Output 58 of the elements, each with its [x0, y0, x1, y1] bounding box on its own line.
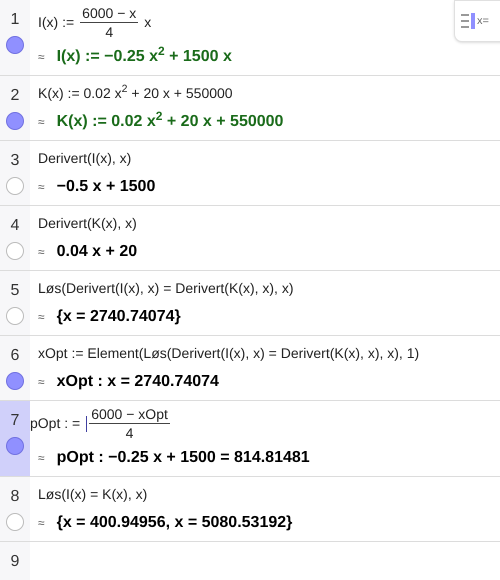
visibility-toggle[interactable] — [6, 307, 24, 325]
row-gutter[interactable]: 8 — [0, 477, 30, 541]
approx-icon: ≈ — [38, 449, 45, 467]
visibility-toggle[interactable] — [6, 177, 24, 195]
input-text: pOpt : = — [30, 414, 80, 433]
input-text: x — [144, 13, 152, 32]
row-number: 8 — [10, 487, 20, 507]
approx-icon: ≈ — [38, 48, 45, 66]
approx-icon: ≈ — [38, 243, 45, 261]
output-text: −0.5 x + 1500 — [56, 177, 156, 197]
fraction-denominator: 4 — [126, 424, 134, 442]
row-gutter[interactable]: 3 — [0, 141, 30, 205]
approx-icon: ≈ — [38, 178, 45, 196]
fraction-numerator: 6000 − xOpt — [89, 405, 170, 424]
approx-icon: ≈ — [38, 113, 45, 131]
approx-icon: ≈ — [38, 308, 45, 326]
visibility-toggle[interactable] — [6, 112, 24, 130]
input-text: K(x) := 0.02 x$^{2}$ + 20 x + 550000 — [38, 82, 233, 103]
row-number: 7 — [10, 411, 20, 431]
visibility-toggle[interactable] — [6, 36, 24, 54]
row-number: 4 — [10, 216, 20, 236]
output-text: K(x) := 0.02 x$^{2}$ + 20 x + 550000 — [56, 110, 284, 132]
row-gutter[interactable]: 1 — [0, 0, 30, 75]
row-number: 9 — [10, 552, 20, 572]
cas-toggle-button[interactable]: x= — [454, 0, 500, 42]
row-number: 2 — [10, 86, 20, 106]
input-text: Løs(I(x) = K(x), x) — [38, 484, 148, 504]
output-text: 0.04 x + 20 — [56, 242, 138, 262]
approx-icon: ≈ — [38, 373, 45, 391]
row-gutter[interactable]: 9 — [0, 542, 30, 580]
output-text: I(x) := −0.25 x$^{2}$ + 1500 x — [56, 45, 232, 67]
input-text: xOpt := Element(Løs(Derivert(I(x), x) = Derivert(K(x), x), x), 1) — [38, 344, 420, 363]
visibility-toggle[interactable] — [6, 372, 24, 390]
output-text: {x = 400.94956, x = 5080.53192} — [56, 513, 292, 533]
row-gutter[interactable]: 2 — [0, 76, 30, 140]
text-cursor — [86, 416, 88, 432]
input-text: Derivert(K(x), x) — [38, 214, 137, 233]
visibility-toggle[interactable] — [6, 242, 24, 260]
visibility-toggle[interactable] — [6, 437, 24, 455]
row-number: 1 — [10, 10, 20, 30]
row-gutter[interactable]: 4 — [0, 206, 30, 270]
visibility-toggle[interactable] — [6, 513, 24, 531]
row-gutter[interactable]: 5 — [0, 271, 30, 335]
input-text: I(x) := — [38, 13, 74, 32]
row-gutter[interactable]: 6 — [0, 336, 30, 400]
row-gutter[interactable]: 7 — [0, 401, 30, 476]
row-number: 5 — [10, 281, 20, 301]
approx-icon: ≈ — [38, 514, 45, 532]
output-text: {x = 2740.74074} — [56, 307, 181, 327]
row-number: 6 — [10, 346, 20, 366]
input-text: Derivert(I(x), x) — [38, 148, 132, 168]
row-number: 3 — [10, 151, 20, 171]
fraction-numerator: 6000 − x — [80, 4, 138, 23]
fraction-denominator: 4 — [105, 23, 114, 41]
output-text: xOpt : x = 2740.74074 — [56, 372, 219, 392]
input-text: Løs(Derivert(I(x), x) = Derivert(K(x), x), x) — [38, 278, 294, 298]
output-text: pOpt : −0.25 x + 1500 = 814.81481 — [56, 448, 310, 468]
lines-icon — [461, 12, 475, 30]
